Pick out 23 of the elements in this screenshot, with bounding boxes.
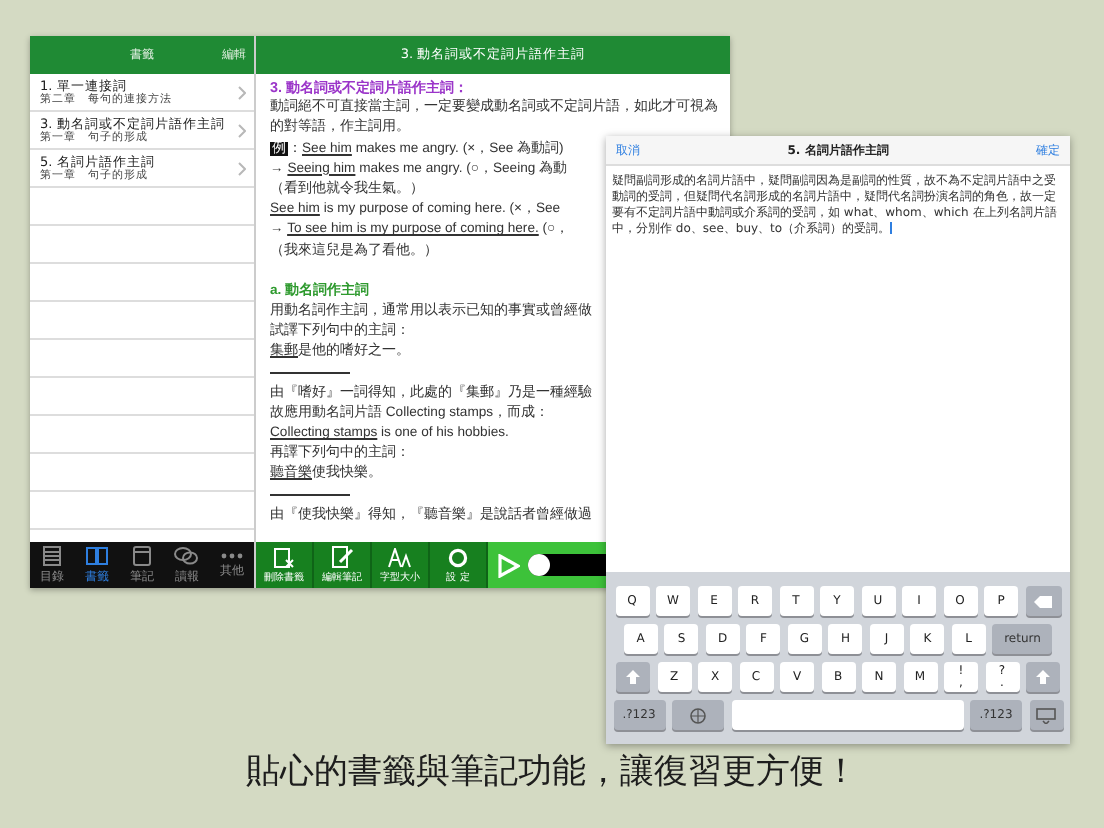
list-icon xyxy=(42,545,63,565)
keyboard-key[interactable] xyxy=(616,662,650,692)
edit-note-icon xyxy=(331,546,353,568)
keyboard-hide-icon xyxy=(1036,707,1056,723)
chat-bubbles-icon xyxy=(174,545,199,565)
keyboard-key[interactable] xyxy=(672,700,724,730)
shift-icon xyxy=(1036,670,1050,684)
clipboard-delete-icon xyxy=(274,546,294,568)
shift-icon xyxy=(626,670,640,684)
font-size-icon xyxy=(388,547,412,567)
keyboard-key[interactable] xyxy=(1026,662,1060,692)
caption: 貼心的書籤與筆記功能，讓復習更方便！ xyxy=(244,750,860,794)
chevron-icon xyxy=(238,123,246,137)
chevron-icon xyxy=(238,85,246,99)
keyboard-key[interactable] xyxy=(1025,586,1061,616)
slider-thumb[interactable] xyxy=(528,554,550,576)
more-icon xyxy=(219,551,244,559)
chevron-icon xyxy=(238,161,246,175)
backspace-icon xyxy=(1034,595,1052,607)
globe-icon xyxy=(690,707,706,723)
keyboard-key[interactable] xyxy=(1029,700,1063,730)
book-icon xyxy=(86,545,109,565)
notepad-icon xyxy=(131,545,152,565)
